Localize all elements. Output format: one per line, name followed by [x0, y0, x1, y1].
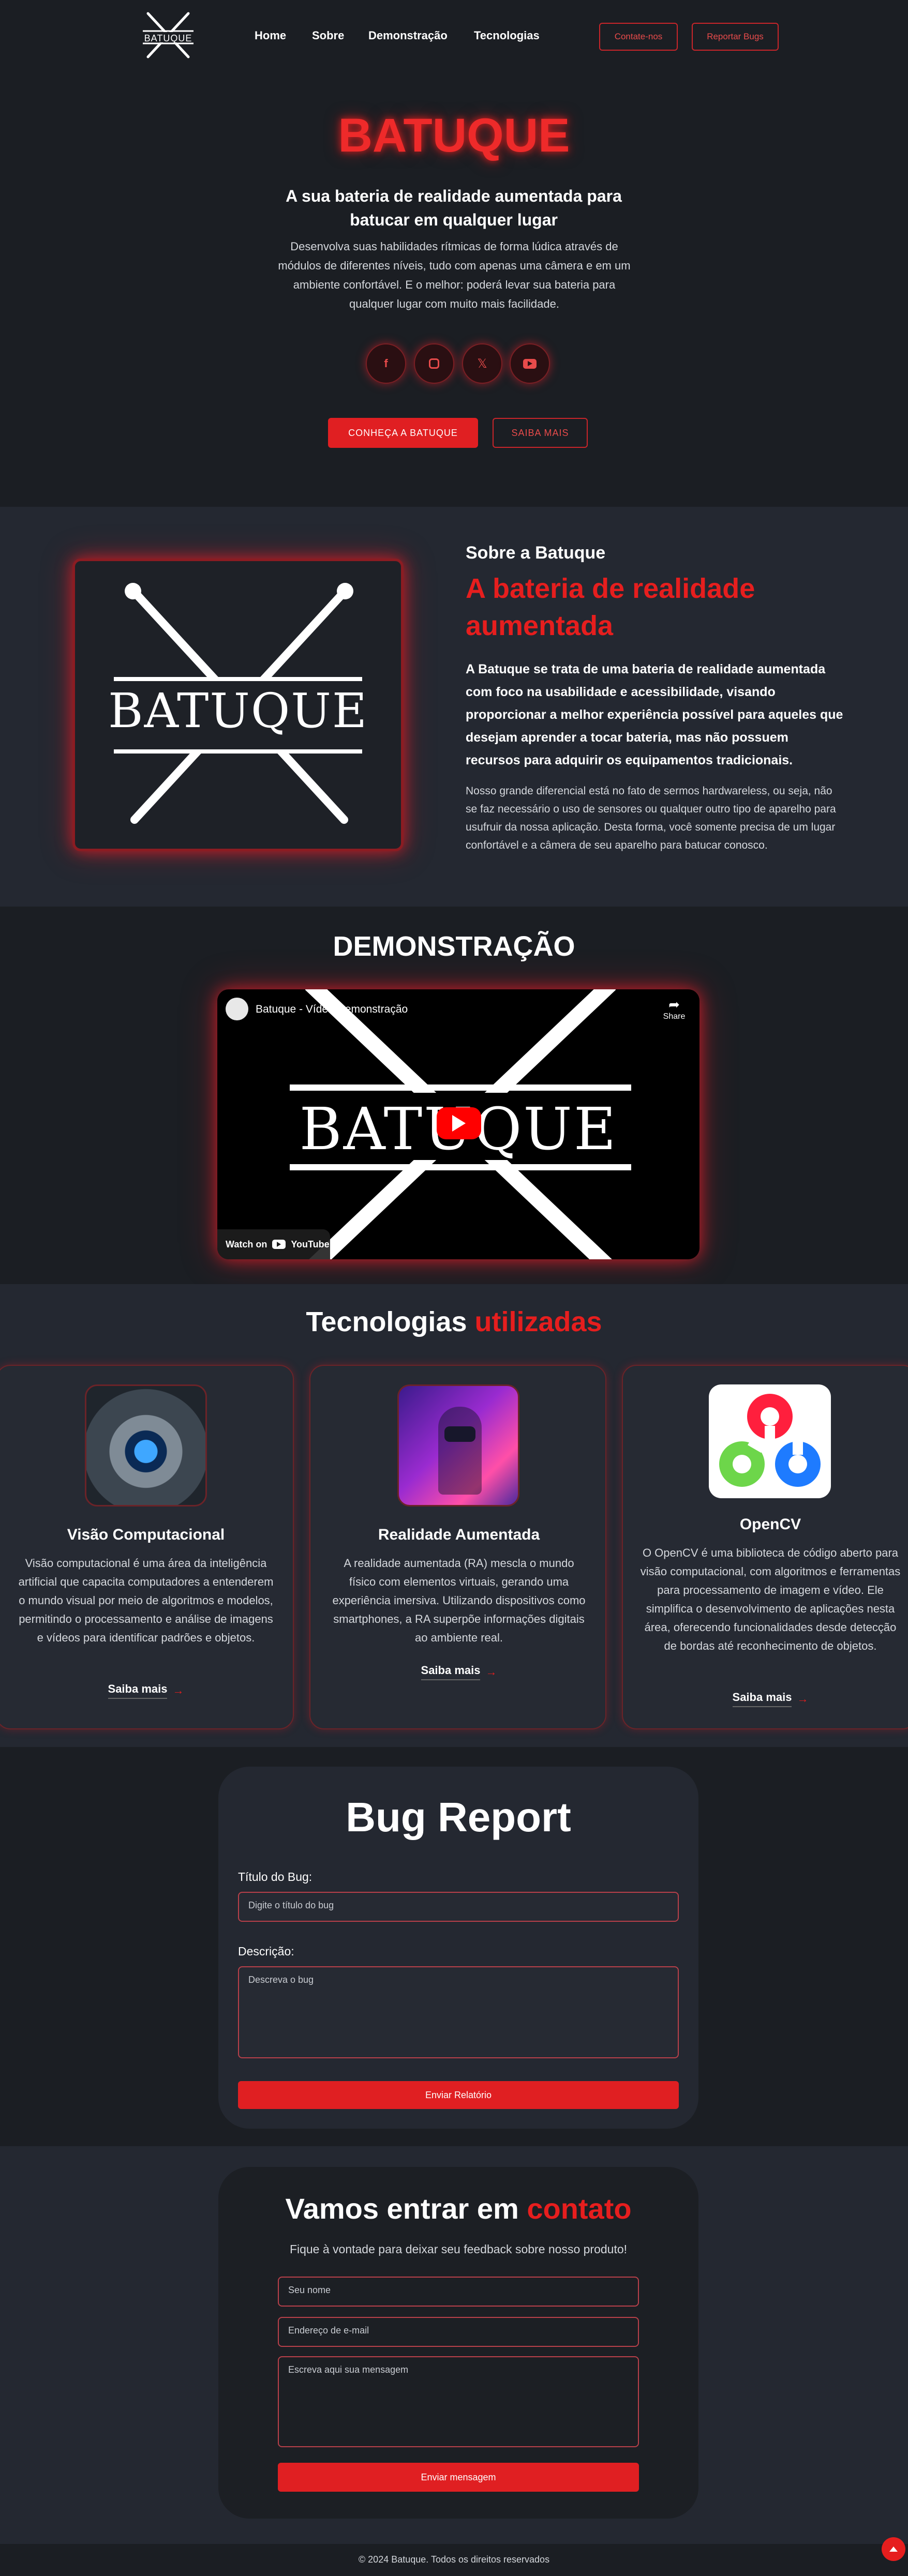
- share-icon: ➦: [668, 997, 680, 1012]
- card-title-opencv: OpenCV: [739, 1516, 801, 1533]
- contact-button[interactable]: Contate-nos: [599, 23, 678, 51]
- bug-title-input[interactable]: Digite o título do bug: [238, 1892, 679, 1922]
- nav-link-sobre[interactable]: Sobre: [312, 29, 344, 42]
- email-input[interactable]: Endereço de e-mail: [278, 2317, 639, 2347]
- contact-form-panel: Vamos entrar em contato Fique à vontade …: [218, 2167, 698, 2519]
- saiba-mais-label: Saiba mais: [732, 1691, 792, 1707]
- watch-on-youtube[interactable]: Watch on YouTube: [217, 1229, 330, 1259]
- arrow-right-icon: →: [797, 1692, 809, 1705]
- saiba-mais-label: Saiba mais: [421, 1664, 481, 1680]
- opencv-logo-icon: [719, 1394, 821, 1487]
- instagram-icon: [429, 358, 439, 369]
- tech-card-opencv: OpenCV O OpenCV é uma biblioteca de códi…: [622, 1365, 908, 1729]
- name-input[interactable]: Seu nome: [278, 2277, 639, 2307]
- about-eyebrow: Sobre a Batuque: [466, 543, 606, 563]
- about-section: BATUQUE Sobre a Batuque A bateria de rea…: [0, 507, 908, 907]
- youtube-label: YouTube: [291, 1239, 330, 1249]
- send-message-button[interactable]: Enviar mensagem: [278, 2463, 639, 2492]
- opencv-logo: [709, 1384, 831, 1498]
- tech-heading-red: utilizadas: [474, 1306, 602, 1337]
- share-label: Share: [663, 1012, 686, 1021]
- hero-title: BATUQUE: [338, 109, 570, 162]
- footer: © 2024 Batuque. Todos os direitos reserv…: [0, 2544, 908, 2576]
- demo-heading: DEMONSTRAÇÃO: [333, 931, 575, 962]
- bug-title-label: Título do Bug:: [238, 1870, 312, 1884]
- tech-heading: Tecnologias utilizadas: [0, 1306, 908, 1338]
- tech-card-vision: Visão Computacional Visão computacional …: [0, 1365, 294, 1729]
- facebook-button[interactable]: f: [366, 343, 406, 384]
- about-logo-frame: BATUQUE: [72, 559, 404, 851]
- nav-logo-text: BATUQUE: [144, 33, 192, 43]
- card-title-ar: Realidade Aumentada: [378, 1526, 540, 1543]
- about-paragraph-1: A Batuque se trata de uma bateria de rea…: [466, 662, 843, 767]
- nav-link-demonstracao[interactable]: Demonstração: [368, 29, 448, 42]
- eye-image: [85, 1384, 207, 1507]
- arrow-right-icon: →: [485, 1665, 497, 1678]
- card-link-vision[interactable]: Saiba mais →: [0, 1682, 295, 1699]
- bug-heading: Bug Report: [346, 1794, 571, 1840]
- contact-heading-red: contato: [527, 2192, 632, 2225]
- card-link-opencv[interactable]: Saiba mais →: [623, 1691, 908, 1707]
- saiba-mais-label: Saiba mais: [108, 1682, 168, 1699]
- report-bug-button[interactable]: Reportar Bugs: [692, 23, 779, 51]
- vr-image: [397, 1384, 519, 1507]
- contact-subtitle: Fique à vontade para deixar seu feedback…: [289, 2242, 628, 2256]
- youtube-logo-icon: [272, 1240, 286, 1249]
- card-text-ar: A realidade aumentada (RA) mescla o mund…: [332, 1557, 586, 1644]
- nav-logo[interactable]: BATUQUE: [140, 9, 197, 61]
- card-text-opencv: O OpenCV é uma biblioteca de código aber…: [640, 1546, 901, 1652]
- x-button[interactable]: 𝕏: [462, 343, 502, 384]
- x-icon: 𝕏: [477, 356, 487, 371]
- hero-description: Desenvolva suas habilidades rítmicas de …: [278, 240, 631, 310]
- video-title[interactable]: Batuque - Vídeo Demonstração: [256, 1003, 408, 1016]
- bug-description-label: Descrição:: [238, 1945, 294, 1958]
- play-button[interactable]: [437, 1107, 481, 1139]
- bug-form-panel: Bug Report Título do Bug: Digite o títul…: [218, 1767, 698, 2129]
- about-logo-text: BATUQUE: [108, 683, 368, 739]
- back-to-top-button[interactable]: [882, 2537, 905, 2561]
- video-player[interactable]: BATUQUE Batuque - Vídeo Demonstração ➦ S…: [217, 989, 699, 1259]
- navbar: BATUQUE Home Sobre Demonstração Tecnolog…: [0, 0, 908, 72]
- tech-section: Tecnologias utilizadas Visão Computacion…: [0, 1284, 908, 1747]
- tech-card-ar: Realidade Aumentada A realidade aumentad…: [309, 1365, 606, 1729]
- bug-description-input[interactable]: Descreva o bug: [238, 1966, 679, 2058]
- bug-section: Bug Report Título do Bug: Digite o títul…: [0, 1747, 908, 2146]
- arrow-right-icon: →: [172, 1684, 184, 1697]
- contact-heading: Vamos entrar em contato: [218, 2192, 698, 2225]
- youtube-button[interactable]: [510, 343, 550, 384]
- about-paragraph-2: Nosso grande diferencial está no fato de…: [466, 785, 836, 851]
- hero-section: BATUQUE A sua bateria de realidade aumen…: [0, 72, 908, 507]
- share-button[interactable]: ➦ Share: [658, 997, 690, 1028]
- contact-section: Vamos entrar em contato Fique à vontade …: [0, 2146, 908, 2544]
- saiba-mais-button[interactable]: SAIBA MAIS: [493, 418, 588, 448]
- conheca-button[interactable]: CONHEÇA A BATUQUE: [328, 418, 478, 448]
- about-heading: A bateria de realidade aumentada: [466, 573, 755, 641]
- copyright-text: © 2024 Batuque. Todos os direitos reserv…: [358, 2554, 550, 2565]
- hero-subtitle: A sua bateria de realidade aumentada par…: [286, 187, 622, 229]
- message-input[interactable]: Escreva aqui sua mensagem: [278, 2356, 639, 2447]
- card-text-vision: Visão computacional é uma área da inteli…: [18, 1557, 274, 1644]
- nav-link-home[interactable]: Home: [255, 29, 286, 42]
- youtube-icon: [523, 358, 537, 369]
- submit-report-button[interactable]: Enviar Relatório: [238, 2081, 679, 2109]
- channel-avatar[interactable]: [226, 998, 248, 1020]
- card-title-vision: Visão Computacional: [67, 1526, 225, 1543]
- card-link-ar[interactable]: Saiba mais →: [310, 1664, 607, 1680]
- contact-heading-white: Vamos entrar em: [285, 2192, 519, 2225]
- watch-on-label: Watch on: [226, 1239, 267, 1249]
- facebook-icon: f: [384, 357, 388, 370]
- play-icon: [452, 1115, 466, 1132]
- nav-link-tecnologias[interactable]: Tecnologias: [474, 29, 540, 42]
- tech-heading-white: Tecnologias: [306, 1306, 467, 1337]
- instagram-button[interactable]: [414, 343, 454, 384]
- arrow-up-icon: [889, 2547, 898, 2552]
- demo-section: DEMONSTRAÇÃO BATUQUE Batuque - Vídeo Dem…: [0, 907, 908, 1284]
